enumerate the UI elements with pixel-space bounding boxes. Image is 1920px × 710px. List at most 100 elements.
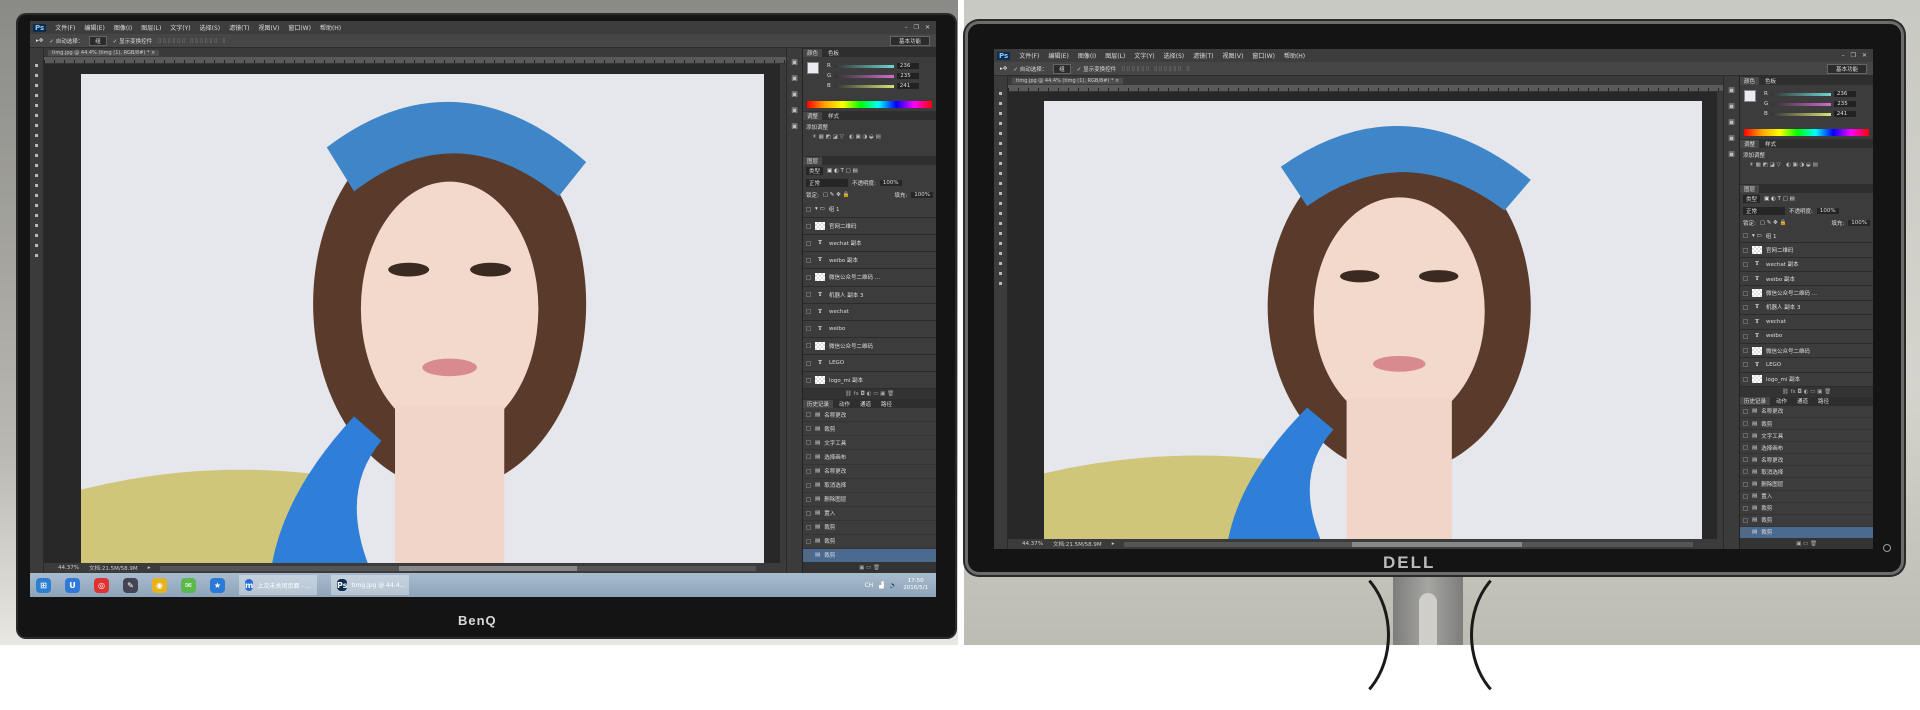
fill-input[interactable]: 100%	[911, 192, 933, 198]
opacity-input[interactable]: 100%	[879, 180, 902, 186]
status-menu-arrow-icon[interactable]: ▸	[148, 565, 151, 571]
menu-item[interactable]: 滤镜(T)	[1193, 51, 1213, 60]
layer-row[interactable]: Tweibo 副本	[803, 252, 936, 270]
dodge-tool-icon[interactable]: ▪	[34, 192, 38, 199]
show-transform-checkbox[interactable]: ✓ 显示变换控件	[1077, 65, 1116, 73]
visibility-toggle[interactable]	[1743, 319, 1748, 325]
menu-item[interactable]: 编辑(E)	[84, 23, 104, 32]
channel-value[interactable]: 241	[1833, 111, 1856, 117]
pen-tool-icon[interactable]: ▪	[34, 202, 38, 209]
window-control-minimize[interactable]: –	[905, 24, 908, 31]
window-control-close[interactable]: ✕	[1862, 52, 1867, 59]
align-icons[interactable]: ▯ ▯ ▯ ▯ ▯ ▯ ▯ ▯ ▯ ▯ ▯ ▯ ▯	[1122, 66, 1189, 72]
layer-row[interactable]: Twechat 副本	[1740, 258, 1873, 273]
history-item[interactable]: ▤ 文字工具	[1740, 430, 1873, 443]
history-item[interactable]: ▤ 名称更改	[803, 465, 936, 479]
lasso-tool-icon[interactable]: ▪	[998, 110, 1002, 117]
properties-panel-icon[interactable]: ▣	[1728, 118, 1735, 126]
eraser-tool-icon[interactable]: ▪	[998, 190, 1002, 197]
history-item[interactable]: ▤ 裁剪	[803, 548, 936, 563]
tab-swatches[interactable]: 色板	[1761, 77, 1780, 85]
layer-row[interactable]: ▾ ▭ 组 1	[1740, 229, 1873, 244]
fill-input[interactable]: 100%	[1848, 220, 1870, 226]
channel-slider[interactable]	[834, 74, 895, 78]
history-item[interactable]: ▤ 裁剪	[803, 521, 936, 535]
history-item[interactable]: ▤ 裁剪	[803, 422, 936, 437]
shape-tool-icon[interactable]: ▪	[34, 232, 38, 239]
visibility-toggle[interactable]	[1743, 261, 1748, 267]
document-tab[interactable]: timg.jpg @ 44.4% (timg (1), RGB/8#) * ×	[1008, 76, 1723, 85]
history-item[interactable]: ▤ 取消选择	[803, 479, 936, 493]
brush-panel-icon[interactable]: ▣	[791, 74, 798, 82]
quick-select-tool-icon[interactable]: ▪	[998, 120, 1002, 127]
channel-slider[interactable]	[833, 84, 894, 88]
eyedropper-tool-icon[interactable]: ▪	[34, 112, 38, 119]
window-control-restore[interactable]: ❐	[1851, 52, 1856, 59]
history-item[interactable]: ▤ 裁剪	[1740, 515, 1873, 527]
history-footer-icons[interactable]: ▣ ▭ 🗑	[803, 562, 936, 573]
marquee-tool-icon[interactable]: ▪	[34, 72, 38, 79]
visibility-toggle[interactable]	[806, 360, 811, 366]
eyedropper-tool-icon[interactable]: ▪	[998, 140, 1002, 147]
menu-item[interactable]: 滤镜(T)	[229, 23, 249, 32]
ime-indicator[interactable]: CH	[864, 582, 873, 589]
bookmark-icon[interactable]: ★	[210, 577, 225, 593]
menu-item[interactable]: 窗口(W)	[1252, 51, 1275, 60]
shape-tool-icon[interactable]: ▪	[998, 260, 1002, 267]
blend-mode-dropdown[interactable]: 正常	[1743, 207, 1785, 215]
hand-tool-icon[interactable]: ▪	[998, 270, 1002, 277]
visibility-toggle[interactable]	[1743, 233, 1748, 239]
show-transform-checkbox[interactable]: ✓ 显示变换控件	[113, 37, 152, 45]
tab-history[interactable]: 历史记录	[803, 399, 834, 408]
tab-styles[interactable]: 样式	[824, 112, 843, 120]
start-icon[interactable]: ⊞	[36, 577, 51, 593]
tab-paths[interactable]: 路径	[1814, 397, 1833, 405]
menu-item[interactable]: 选择(S)	[1164, 51, 1185, 60]
tab-styles[interactable]: 样式	[1761, 140, 1780, 148]
filter-icons[interactable]: ▣ ◐ T ▢ ▤	[1764, 196, 1795, 202]
history-item[interactable]: ▤ 删除图层	[803, 493, 936, 507]
layer-row[interactable]: Tweibo	[1740, 330, 1873, 344]
layer-filter-dropdown[interactable]: 类型	[1743, 195, 1761, 203]
menu-item[interactable]: 文件(F)	[1019, 51, 1039, 60]
stamp-tool-icon[interactable]: ▪	[998, 170, 1002, 177]
layer-row[interactable]: 官网二维码	[1740, 243, 1873, 258]
visibility-toggle[interactable]	[1743, 333, 1748, 339]
quick-select-tool-icon[interactable]: ▪	[34, 92, 38, 99]
history-item[interactable]: ▤ 取消选择	[1740, 466, 1873, 479]
visibility-toggle[interactable]	[806, 377, 811, 383]
history-brush-tool-icon[interactable]: ▪	[998, 180, 1002, 187]
history-panel-icon[interactable]: ▣	[791, 58, 798, 66]
history-item[interactable]: ▤ 裁剪	[1740, 418, 1873, 431]
move-tool-icon[interactable]: ▸✥	[36, 38, 43, 44]
healing-tool-icon[interactable]: ▪	[998, 150, 1002, 157]
tab-adjustments[interactable]: 调整	[803, 111, 823, 120]
layer-row[interactable]: 微信公众号二维码 ...	[1740, 286, 1873, 301]
auto-select-dropdown[interactable]: 组	[89, 35, 107, 46]
channel-value[interactable]: 235	[1834, 101, 1857, 107]
type-tool-icon[interactable]: ▪	[998, 240, 1002, 247]
channel-slider[interactable]	[1771, 102, 1832, 106]
layer-row[interactable]: 微信公众号二维码	[1740, 344, 1873, 359]
horizontal-scrollbar[interactable]	[160, 565, 756, 571]
channel-slider[interactable]	[833, 64, 894, 68]
layer-row[interactable]: ▾ ▭ 组 1	[803, 201, 936, 219]
vertical-scrollbar[interactable]	[1717, 92, 1723, 539]
menu-item[interactable]: 选择(S)	[200, 23, 221, 32]
taskbar-window[interactable]: m 上次未关闭页面 - ...	[239, 575, 317, 595]
channel-slider[interactable]	[1770, 112, 1831, 116]
channel-slider[interactable]	[1770, 92, 1831, 96]
lasso-tool-icon[interactable]: ▪	[34, 82, 38, 89]
history-footer-icons[interactable]: ▣ ▭ 🗑	[1740, 538, 1873, 549]
history-panel-icon[interactable]: ▣	[1728, 86, 1735, 94]
tab-actions[interactable]: 动作	[1772, 397, 1791, 405]
blend-mode-dropdown[interactable]: 正常	[806, 179, 848, 187]
move-tool-icon[interactable]: ▸✥	[1000, 66, 1007, 72]
history-item[interactable]: ▤ 置入	[1740, 491, 1873, 503]
history-item[interactable]: ▤ 删除图层	[1740, 478, 1873, 491]
netease-music-icon[interactable]: ◎	[94, 577, 109, 593]
tab-paths[interactable]: 路径	[877, 400, 896, 408]
gradient-tool-icon[interactable]: ▪	[34, 172, 38, 179]
tab-adjustments[interactable]: 调整	[1740, 139, 1760, 148]
history-item[interactable]: ▤ 裁剪	[1740, 526, 1873, 539]
